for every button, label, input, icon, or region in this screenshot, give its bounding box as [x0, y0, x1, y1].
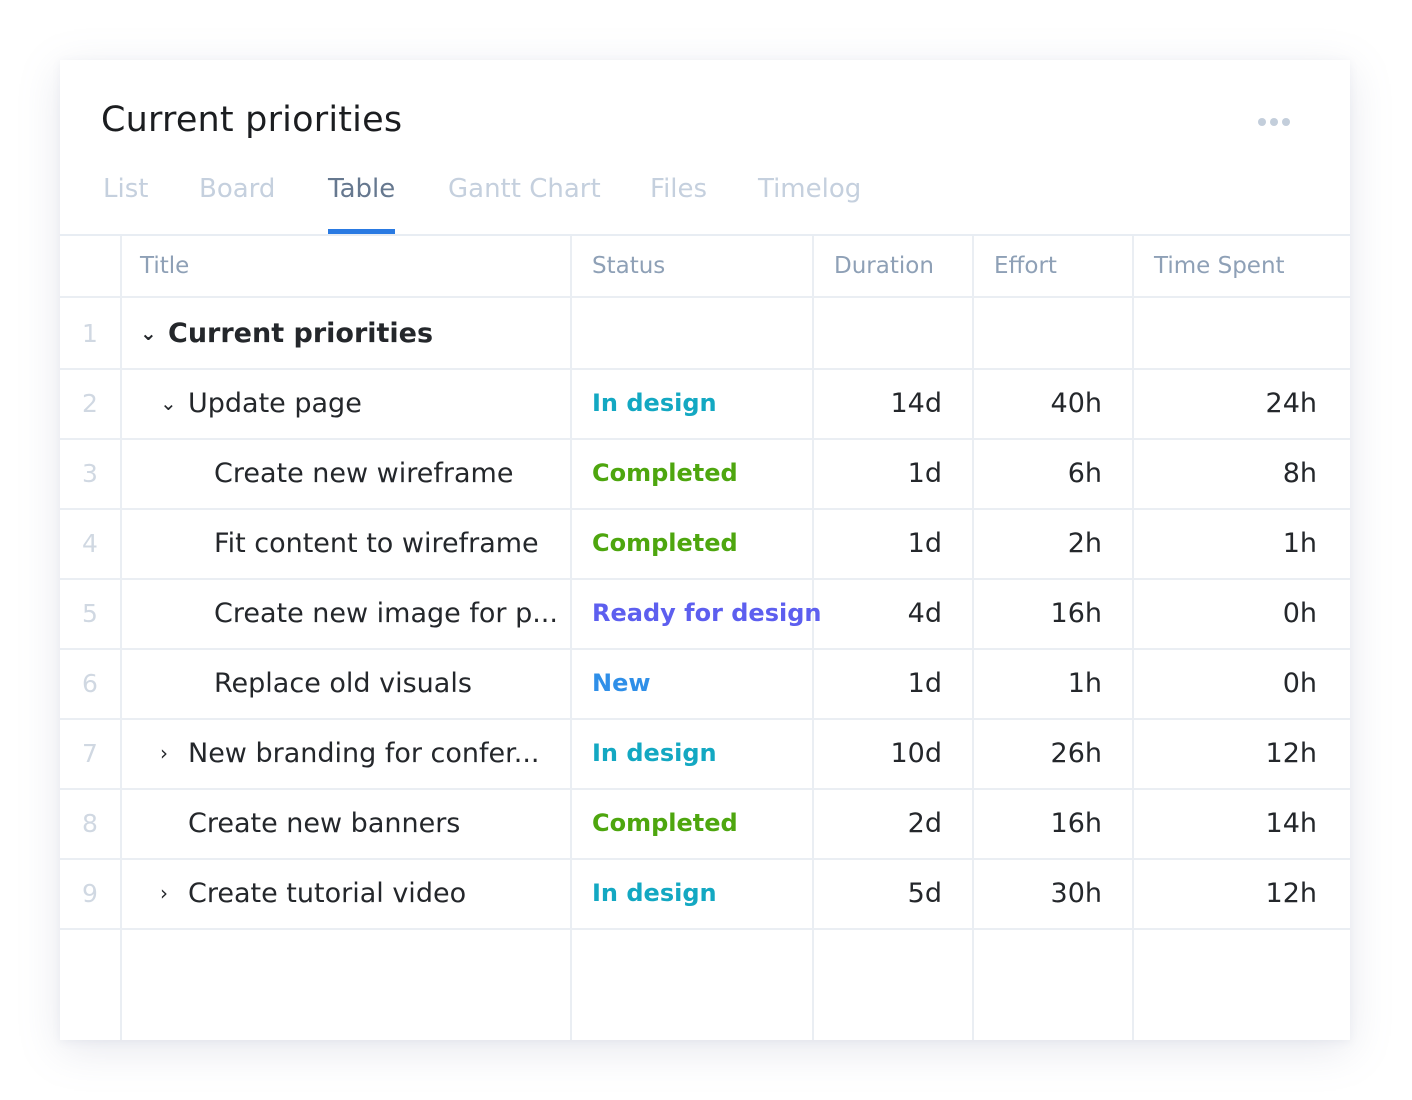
- task-title: Create new wireframe: [214, 457, 514, 489]
- table-row[interactable]: 7 › New branding for confer... In design 10d…: [60, 718, 1350, 790]
- title-cell[interactable]: Fit content to wireframe: [186, 508, 539, 578]
- tab-gantt-chart[interactable]: Gantt Chart: [448, 174, 601, 232]
- title-cell[interactable]: Create new image for p...: [186, 578, 558, 648]
- task-title: Current priorities: [168, 317, 434, 349]
- task-title: Create tutorial video: [188, 877, 467, 909]
- time-spent-cell[interactable]: 12h: [1132, 858, 1317, 928]
- row-number: 9: [82, 878, 98, 908]
- time-spent-cell[interactable]: 24h: [1132, 368, 1317, 438]
- title-cell[interactable]: › Create tutorial video: [160, 858, 466, 928]
- tab-board[interactable]: Board: [199, 174, 275, 232]
- priorities-card: Current priorities List Board Table Gant…: [60, 60, 1350, 1040]
- time-spent-cell[interactable]: 14h: [1132, 788, 1317, 858]
- column-header-status[interactable]: Status: [592, 236, 665, 296]
- duration-cell[interactable]: 1d: [812, 438, 942, 508]
- column-header-title[interactable]: Title: [140, 236, 189, 296]
- task-title: Replace old visuals: [214, 667, 472, 699]
- effort-cell[interactable]: 16h: [972, 578, 1102, 648]
- row-number: 3: [82, 458, 98, 488]
- table-row[interactable]: 8 Create new banners Completed 2d 16h 14h: [60, 788, 1350, 860]
- table-row[interactable]: 4 Fit content to wireframe Completed 1d 2h 1h: [60, 508, 1350, 580]
- status-cell[interactable]: Completed: [592, 438, 738, 508]
- duration-cell[interactable]: [812, 298, 942, 368]
- duration-cell[interactable]: 10d: [812, 718, 943, 788]
- duration-cell[interactable]: 4d: [812, 578, 942, 648]
- duration-cell[interactable]: 14d: [812, 368, 943, 438]
- title-cell[interactable]: ⌄ Update page: [160, 368, 362, 438]
- status-cell[interactable]: Completed: [592, 788, 738, 858]
- row-number: 8: [82, 808, 98, 838]
- status-cell[interactable]: In design: [592, 368, 717, 438]
- effort-cell[interactable]: 30h: [972, 858, 1102, 928]
- table-row[interactable]: 6 Replace old visuals New 1d 1h 0h: [60, 648, 1350, 720]
- duration-cell[interactable]: 1d: [812, 508, 942, 578]
- status-cell[interactable]: In design: [592, 858, 717, 928]
- task-title: Fit content to wireframe: [214, 527, 539, 559]
- column-header-time-spent[interactable]: Time Spent: [1154, 236, 1285, 296]
- time-spent-cell[interactable]: 0h: [1132, 648, 1317, 718]
- title-cell[interactable]: Create new banners: [160, 788, 460, 858]
- time-spent-cell[interactable]: 0h: [1132, 578, 1317, 648]
- row-number: 2: [82, 388, 98, 418]
- table-header: Title Status Duration Effort Time Spent: [60, 236, 1350, 298]
- task-title: Create new image for p...: [214, 597, 558, 629]
- time-spent-cell[interactable]: [1132, 298, 1317, 368]
- task-title: Update page: [188, 387, 362, 419]
- table-row[interactable]: 2 ⌄ Update page In design 14d 40h 24h: [60, 368, 1350, 440]
- duration-cell[interactable]: 5d: [812, 858, 942, 928]
- tab-table[interactable]: Table: [328, 174, 396, 234]
- effort-cell[interactable]: [972, 298, 1102, 368]
- chevron-right-icon[interactable]: ›: [160, 881, 180, 905]
- tab-list[interactable]: List: [103, 174, 148, 232]
- effort-cell[interactable]: 40h: [972, 368, 1102, 438]
- page-title: Current priorities: [101, 100, 403, 140]
- status-cell[interactable]: New: [592, 648, 651, 718]
- duration-cell[interactable]: 1d: [812, 648, 942, 718]
- task-title: New branding for confer...: [188, 737, 540, 769]
- row-number: 1: [82, 318, 98, 348]
- more-horizontal-icon: [1282, 118, 1290, 126]
- column-header-duration[interactable]: Duration: [834, 236, 934, 296]
- effort-cell[interactable]: 2h: [972, 508, 1102, 578]
- effort-cell[interactable]: 1h: [972, 648, 1102, 718]
- row-number: 7: [82, 738, 98, 768]
- title-cell[interactable]: › New branding for confer...: [160, 718, 540, 788]
- time-spent-cell[interactable]: 8h: [1132, 438, 1317, 508]
- chevron-down-icon[interactable]: ⌄: [160, 391, 180, 415]
- status-cell[interactable]: Completed: [592, 508, 738, 578]
- status-cell[interactable]: Ready for design: [592, 578, 822, 648]
- table-row[interactable]: 1 ⌄ Current priorities: [60, 298, 1350, 370]
- title-cell[interactable]: ⌄ Current priorities: [140, 298, 433, 368]
- chevron-right-icon[interactable]: ›: [160, 741, 180, 765]
- row-number: 5: [82, 598, 98, 628]
- duration-cell[interactable]: 2d: [812, 788, 942, 858]
- view-tabs: List Board Table Gantt Chart Files Timel…: [60, 170, 1350, 236]
- effort-cell[interactable]: 6h: [972, 438, 1102, 508]
- title-cell[interactable]: Replace old visuals: [186, 648, 472, 718]
- more-horizontal-icon: [1258, 118, 1266, 126]
- effort-cell[interactable]: 16h: [972, 788, 1102, 858]
- table-row[interactable]: 3 Create new wireframe Completed 1d 6h 8h: [60, 438, 1350, 510]
- task-title: Create new banners: [188, 807, 461, 839]
- tab-files[interactable]: Files: [650, 174, 707, 232]
- time-spent-cell[interactable]: 12h: [1132, 718, 1317, 788]
- column-header-effort[interactable]: Effort: [994, 236, 1057, 296]
- more-horizontal-icon: [1270, 118, 1278, 126]
- chevron-down-icon[interactable]: ⌄: [140, 321, 160, 345]
- title-cell[interactable]: Create new wireframe: [186, 438, 513, 508]
- table-row[interactable]: 9 › Create tutorial video In design 5d 30h 12h: [60, 858, 1350, 930]
- effort-cell[interactable]: 26h: [972, 718, 1102, 788]
- row-number: 6: [82, 668, 98, 698]
- status-cell[interactable]: In design: [592, 718, 717, 788]
- table-row[interactable]: 5 Create new image for p... Ready for desi…: [60, 578, 1350, 650]
- task-table: Title Status Duration Effort Time Spent …: [60, 236, 1350, 1040]
- tab-timelog[interactable]: Timelog: [758, 174, 861, 232]
- more-options-button[interactable]: [1258, 118, 1290, 126]
- time-spent-cell[interactable]: 1h: [1132, 508, 1317, 578]
- row-number: 4: [82, 528, 98, 558]
